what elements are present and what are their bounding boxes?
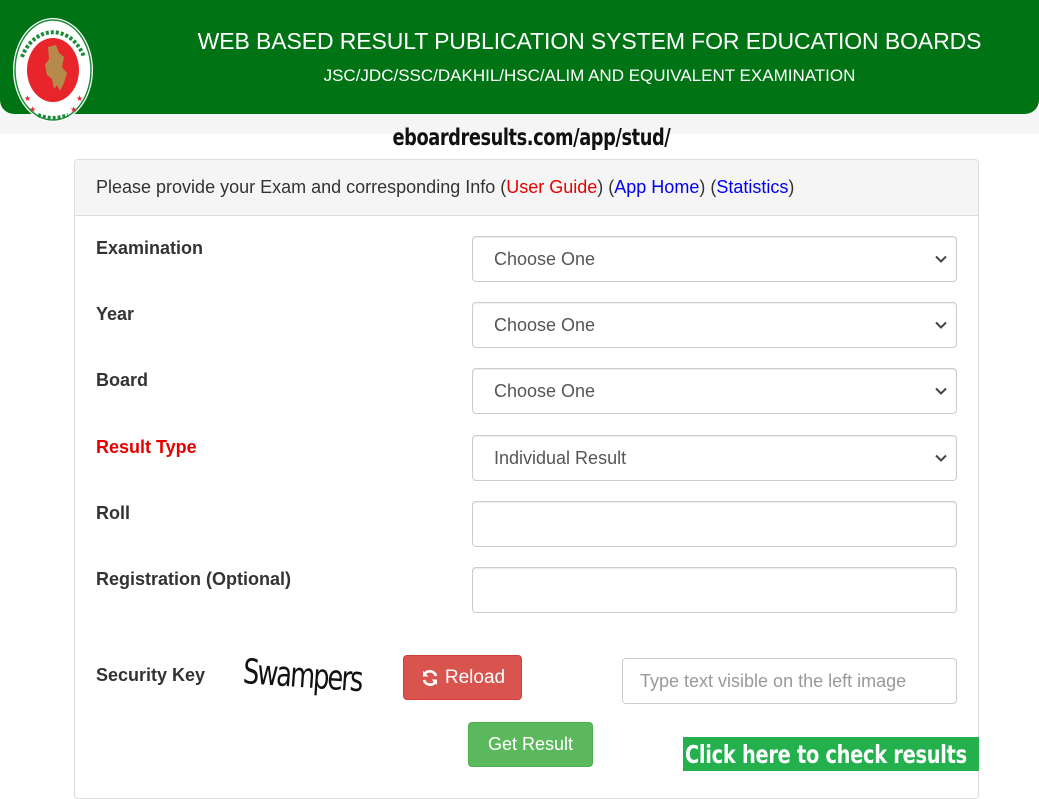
statistics-link[interactable]: Statistics <box>716 177 788 197</box>
result-type-select[interactable]: Individual Result <box>472 435 957 481</box>
reload-captcha-button[interactable]: Reload <box>403 655 522 700</box>
site-subtitle: JSC/JDC/SSC/DAKHIL/HSC/ALIM AND EQUIVALE… <box>323 66 856 85</box>
roll-input[interactable] <box>472 501 957 547</box>
security-key-input[interactable]: Type text visible on the left image <box>622 658 957 704</box>
heading-text: Please provide your Exam and correspondi… <box>96 177 507 197</box>
app-home-link[interactable]: App Home <box>614 177 699 197</box>
site-header: ★ ★ ★ ★ WEB BASED RESULT PUBLICATION SYS… <box>0 0 1039 122</box>
svg-text:★: ★ <box>29 105 36 114</box>
check-results-banner-link[interactable]: Click here to check results <box>683 737 979 771</box>
user-guide-link[interactable]: User Guide <box>506 177 597 197</box>
roll-label: Roll <box>96 503 130 523</box>
board-selected-value: Choose One <box>494 381 596 401</box>
registration-input[interactable] <box>472 567 957 613</box>
examination-select[interactable]: Choose One <box>472 236 957 282</box>
heading-separator: ) ( <box>699 177 717 197</box>
board-select[interactable]: Choose One <box>472 368 957 414</box>
get-result-button[interactable]: Get Result <box>468 722 593 767</box>
security-key-label: Security Key <box>96 665 206 685</box>
svg-text:★: ★ <box>70 105 77 114</box>
heading-separator: ) ( <box>597 177 615 197</box>
chevron-down-icon <box>935 255 947 263</box>
chevron-down-icon <box>935 454 947 462</box>
chevron-down-icon <box>935 387 947 395</box>
panel-heading: Please provide your Exam and correspondi… <box>75 160 978 216</box>
year-selected-value: Choose One <box>494 315 596 335</box>
reload-label: Reload <box>444 666 506 688</box>
overlay-url-text: eboardresults.com/app/stud/ <box>392 125 671 151</box>
registration-label: Registration (Optional) <box>96 569 291 589</box>
check-results-banner-label: Click here to check results <box>685 740 967 769</box>
chevron-down-icon <box>935 321 947 329</box>
result-type-selected-value: Individual Result <box>494 448 627 468</box>
board-label: Board <box>96 370 149 390</box>
bangladesh-government-seal-icon: ★ ★ ★ ★ <box>13 18 93 122</box>
heading-separator: ) <box>788 177 795 197</box>
captcha-text: Swampers <box>242 652 364 700</box>
svg-text:★: ★ <box>76 94 83 103</box>
header-titles: WEB BASED RESULT PUBLICATION SYSTEM FOR … <box>140 0 1039 114</box>
captcha-image: Swampers <box>242 652 364 700</box>
year-label: Year <box>96 304 135 324</box>
result-type-label: Result Type <box>96 437 197 457</box>
security-key-placeholder: Type text visible on the left image <box>640 671 907 691</box>
examination-label: Examination <box>96 238 204 258</box>
svg-text:★: ★ <box>24 94 31 103</box>
year-select[interactable]: Choose One <box>472 302 957 348</box>
site-title: WEB BASED RESULT PUBLICATION SYSTEM FOR … <box>197 28 982 54</box>
refresh-icon <box>422 669 438 686</box>
examination-selected-value: Choose One <box>494 249 596 269</box>
